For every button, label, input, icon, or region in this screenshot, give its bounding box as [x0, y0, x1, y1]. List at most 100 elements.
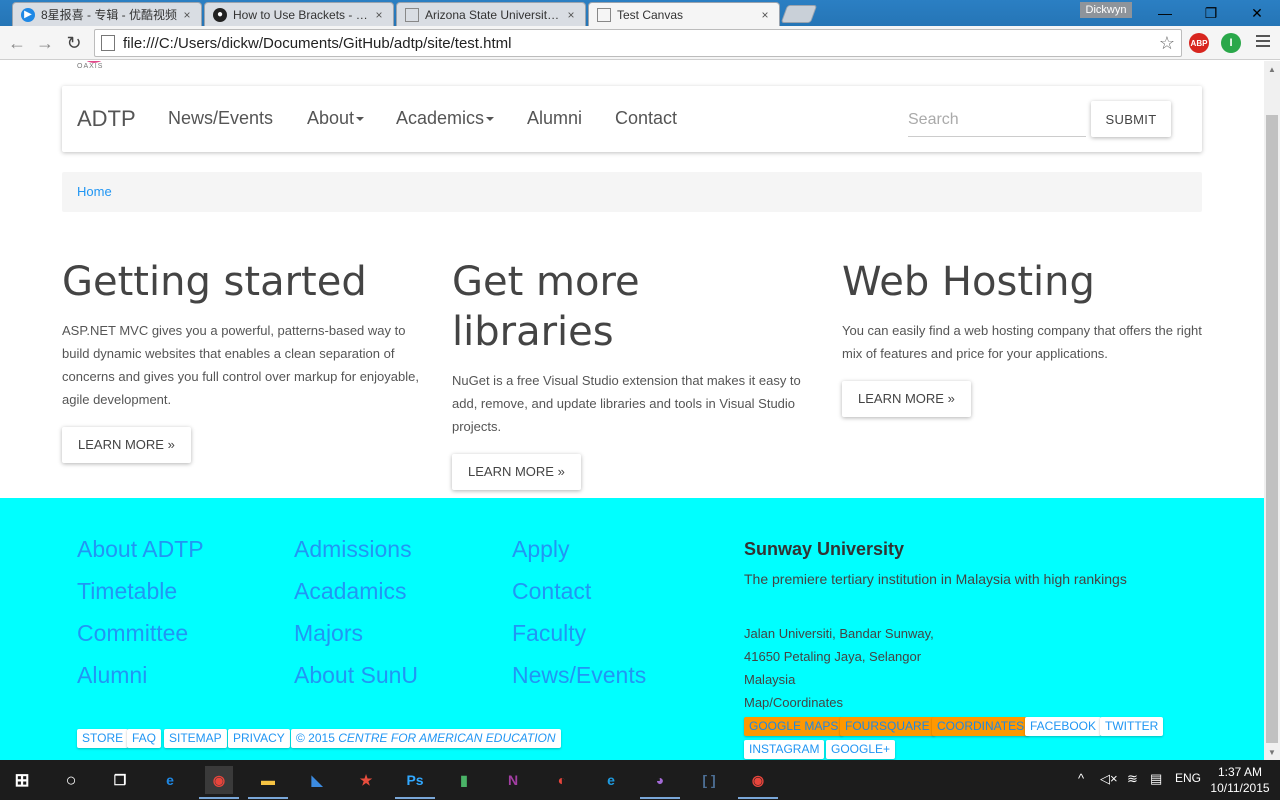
- search-cortana-icon[interactable]: ○: [57, 766, 85, 794]
- system-clock[interactable]: 1:37 AM 10/11/2015: [1208, 764, 1272, 796]
- browser-tab-4[interactable]: Test Canvas ×: [588, 2, 780, 26]
- start-windows-icon[interactable]: ⊞: [8, 766, 36, 794]
- footer-link[interactable]: News/Events: [512, 662, 646, 689]
- restore-icon[interactable]: ❐: [1188, 0, 1234, 26]
- scroll-down-icon[interactable]: ▼: [1264, 744, 1280, 760]
- task-view-icon[interactable]: ❐: [106, 766, 134, 794]
- scrollbar-thumb[interactable]: [1266, 115, 1278, 743]
- learn-more-button[interactable]: LEARN MORE »: [452, 454, 581, 490]
- wunderlist-icon[interactable]: ★: [352, 766, 380, 794]
- menu-icon[interactable]: [1256, 35, 1270, 49]
- browser-tab-1[interactable]: ▶ 8星报喜 - 专辑 - 优酷视频 ×: [12, 2, 202, 26]
- learn-more-button[interactable]: LEARN MORE »: [62, 427, 191, 463]
- tab-title: 8星报喜 - 专辑 - 优酷视频: [41, 8, 177, 22]
- running-indicator: [395, 797, 435, 799]
- column-body: ASP.NET MVC gives you a powerful, patter…: [62, 323, 419, 407]
- map-coordinates-label: Map/Coordinates: [744, 695, 843, 710]
- reload-icon[interactable]: ↻: [63, 32, 85, 54]
- column-title: Getting started: [62, 259, 367, 305]
- google-maps-button[interactable]: GOOGLE MAPS: [744, 717, 844, 736]
- brand-link[interactable]: ADTP: [77, 106, 136, 132]
- learn-more-button[interactable]: LEARN MORE »: [842, 381, 971, 417]
- coordinates-button[interactable]: COORDINATES: [932, 717, 1030, 736]
- github-desktop-icon[interactable]: ◕: [646, 766, 674, 794]
- nav-alumni[interactable]: Alumni: [527, 108, 582, 129]
- chrome-icon[interactable]: ◉: [205, 766, 233, 794]
- footer-link[interactable]: Apply: [512, 536, 570, 563]
- breadcrumb-home-link[interactable]: Home: [77, 184, 112, 199]
- onenote-icon[interactable]: N: [499, 766, 527, 794]
- pushbullet-extension-icon[interactable]: I: [1221, 33, 1241, 53]
- footer-link[interactable]: Timetable: [77, 578, 177, 605]
- scroll-up-icon[interactable]: ▲: [1264, 61, 1280, 77]
- adblock-plus-icon[interactable]: ABP: [1189, 33, 1209, 53]
- internet-explorer-icon[interactable]: e: [597, 766, 625, 794]
- close-tab-icon[interactable]: ×: [181, 8, 193, 22]
- footer-link[interactable]: Alumni: [77, 662, 147, 689]
- copyright-link[interactable]: © 2015 CENTRE FOR AMERICAN EDUCATION: [291, 729, 561, 748]
- minimize-icon[interactable]: —: [1142, 0, 1188, 26]
- google-plus-button[interactable]: GOOGLE+: [826, 740, 896, 759]
- chrome-2-icon[interactable]: ◉: [744, 766, 772, 794]
- footer-link[interactable]: Admissions: [294, 536, 412, 563]
- close-tab-icon[interactable]: ×: [565, 8, 577, 22]
- nav-news-events[interactable]: News/Events: [168, 108, 273, 129]
- column-body: NuGet is a free Visual Studio extension …: [452, 373, 801, 434]
- footer-link[interactable]: About ADTP: [77, 536, 204, 563]
- nav-about[interactable]: About: [307, 108, 365, 129]
- facebook-button[interactable]: FACEBOOK: [1025, 717, 1102, 736]
- column-body: You can easily find a web hosting compan…: [842, 323, 1202, 361]
- address-bar[interactable]: file:///C:/Users/dickw/Documents/GitHub/…: [94, 29, 1182, 57]
- foursquare-button[interactable]: FOURSQUARE: [840, 717, 935, 736]
- running-indicator: [738, 797, 778, 799]
- file-explorer-icon[interactable]: ▬: [254, 766, 282, 794]
- faq-link[interactable]: FAQ: [127, 729, 162, 748]
- show-hidden-icons-icon[interactable]: ^: [1078, 771, 1084, 786]
- nav-academics[interactable]: Academics: [396, 108, 495, 129]
- footer-link[interactable]: Acadamics: [294, 578, 406, 605]
- nav-contact[interactable]: Contact: [615, 108, 677, 129]
- tab-title: Test Canvas: [617, 7, 684, 22]
- footer-link[interactable]: Committee: [77, 620, 188, 647]
- photoshop-icon[interactable]: Ps: [401, 766, 429, 794]
- column-title: Get more libraries: [452, 259, 640, 355]
- close-tab-icon[interactable]: ×: [373, 8, 385, 22]
- page-scrollbar[interactable]: ▲ ▼: [1264, 61, 1280, 760]
- action-center-icon[interactable]: ▤: [1150, 771, 1162, 787]
- edge-icon[interactable]: e: [156, 766, 184, 794]
- browser-tab-2[interactable]: ● How to Use Brackets - ado ×: [204, 2, 394, 26]
- site-logo[interactable]: OAXIS: [76, 61, 116, 77]
- submit-button[interactable]: SUBMIT: [1091, 101, 1171, 137]
- profile-button[interactable]: Dickwyn: [1080, 2, 1132, 18]
- visual-studio-icon[interactable]: ◣: [303, 766, 331, 794]
- pushbullet-icon[interactable]: ▮: [450, 766, 478, 794]
- back-icon[interactable]: ←: [6, 32, 28, 54]
- twitter-button[interactable]: TWITTER: [1100, 717, 1164, 736]
- instagram-button[interactable]: INSTAGRAM: [744, 740, 825, 759]
- new-tab-button[interactable]: [780, 5, 818, 23]
- content-column-web-hosting: Web Hosting You can easily find a web ho…: [842, 257, 1202, 417]
- store-link[interactable]: STORE: [77, 729, 129, 748]
- university-tagline: The premiere tertiary institution in Mal…: [744, 571, 1127, 587]
- sitemap-link[interactable]: SITEMAP: [164, 729, 227, 748]
- copyright-org: CENTRE FOR AMERICAN EDUCATION: [338, 731, 556, 745]
- footer-link[interactable]: About SunU: [294, 662, 418, 689]
- search-input[interactable]: [908, 104, 1086, 137]
- close-tab-icon[interactable]: ×: [759, 8, 771, 22]
- footer-link[interactable]: Contact: [512, 578, 591, 605]
- address-line: Jalan Universiti, Bandar Sunway,: [744, 626, 934, 641]
- bookmark-star-icon[interactable]: ☆: [1159, 33, 1175, 54]
- footer-link[interactable]: Majors: [294, 620, 363, 647]
- browser-tab-3[interactable]: Arizona State University | a ×: [396, 2, 586, 26]
- brackets-icon[interactable]: [ ]: [695, 766, 723, 794]
- youku-icon: ▶: [21, 7, 35, 22]
- language-indicator[interactable]: ENG: [1175, 771, 1201, 785]
- footer-link[interactable]: Faculty: [512, 620, 586, 647]
- forward-icon[interactable]: →: [34, 32, 56, 54]
- page-viewport: OAXIS ADTP News/Events About Academics A…: [0, 61, 1264, 760]
- chrome-app-icon[interactable]: ◐: [548, 766, 576, 794]
- volume-muted-icon[interactable]: ◁×: [1100, 771, 1118, 787]
- wifi-icon[interactable]: ≋: [1127, 771, 1138, 787]
- privacy-link[interactable]: PRIVACY: [228, 729, 290, 748]
- close-window-icon[interactable]: ✕: [1234, 0, 1280, 26]
